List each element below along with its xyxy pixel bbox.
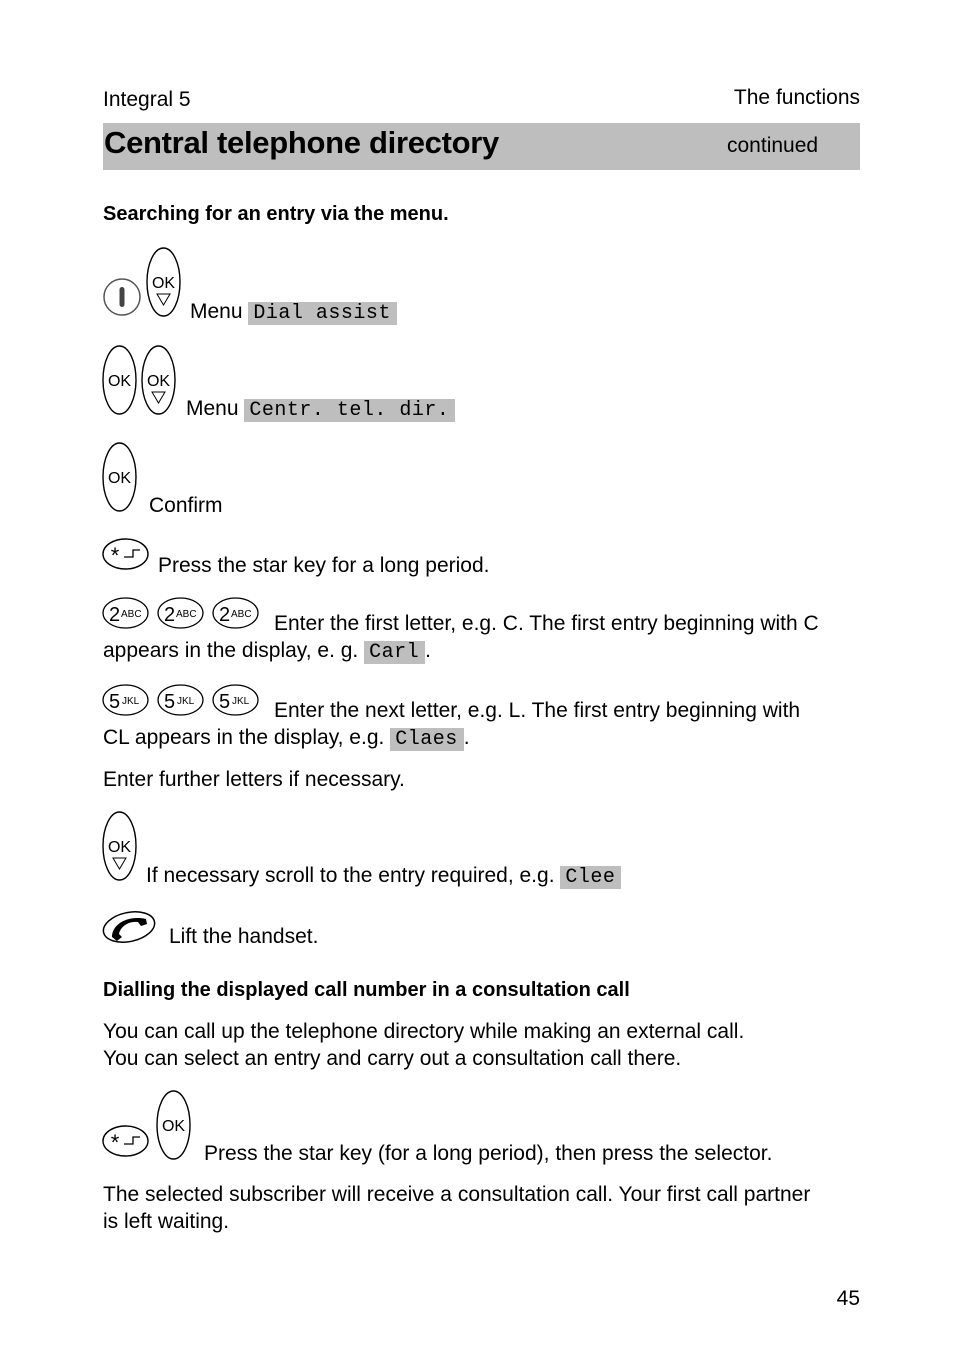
svg-text:*: * xyxy=(111,543,120,568)
svg-text:JKL: JKL xyxy=(232,696,250,707)
key-2-abc-icon: 2 ABC xyxy=(157,597,204,629)
step-text: Menu xyxy=(186,397,239,420)
star-key-icon: * xyxy=(102,1125,149,1157)
step-confirm: Confirm xyxy=(149,494,223,517)
consultation-intro-line2: You can select an entry and carry out a … xyxy=(103,1047,682,1070)
punctuation: . xyxy=(463,726,470,749)
ok-scroll-key-icon: OK xyxy=(141,345,176,415)
note-further-letters: Enter further letters if necessary. xyxy=(103,768,405,791)
ok-scroll-key-icon: OK xyxy=(146,247,181,317)
key-2-abc-icon: 2 ABC xyxy=(212,597,259,629)
step-next-letter: Enter the next letter, e.g. L. The first… xyxy=(274,699,801,722)
key-5-jkl-icon: 5 JKL xyxy=(212,684,259,716)
key-5-jkl-icon: 5 JKL xyxy=(102,684,149,716)
step-scroll-entry: If necessary scroll to the entry require… xyxy=(146,862,622,891)
step-star-then-selector: Press the star key (for a long period), … xyxy=(204,1142,773,1165)
svg-text:ABC: ABC xyxy=(176,609,197,620)
svg-text:5: 5 xyxy=(219,691,230,713)
svg-text:5: 5 xyxy=(164,691,175,713)
handset-lift-icon xyxy=(102,911,156,943)
consultation-result-line1: The selected subscriber will receive a c… xyxy=(103,1183,811,1206)
svg-text:2: 2 xyxy=(219,604,230,626)
header-product: Integral 5 xyxy=(103,88,191,111)
svg-text:JKL: JKL xyxy=(177,696,195,707)
ok-scroll-key-icon: OK xyxy=(102,811,137,881)
continued-label: continued xyxy=(727,134,819,157)
step-first-letter-cont: appears in the display, e. g. Carl. xyxy=(103,637,431,666)
consultation-intro-line1: You can call up the telephone directory … xyxy=(103,1020,745,1043)
step-first-letter: Enter the first letter, e.g. C. The firs… xyxy=(274,612,819,635)
section-heading-consultation: Dialling the displayed call number in a … xyxy=(103,979,630,1001)
star-key-icon: * xyxy=(102,538,149,570)
ok-key-icon: OK xyxy=(102,345,137,415)
display-readout: Carl xyxy=(364,641,426,664)
key-5-jkl-icon: 5 JKL xyxy=(157,684,204,716)
display-readout: Claes xyxy=(390,728,464,751)
svg-text:OK: OK xyxy=(152,275,175,292)
svg-text:ABC: ABC xyxy=(231,609,252,620)
section-heading-search: Searching for an entry via the menu. xyxy=(103,203,449,225)
step-text: CL appears in the display, e.g. xyxy=(103,726,385,749)
svg-text:2: 2 xyxy=(164,604,175,626)
page-number: 45 xyxy=(836,1287,860,1310)
svg-text:OK: OK xyxy=(108,839,131,856)
punctuation: . xyxy=(425,639,431,662)
consultation-result-line2: is left waiting. xyxy=(103,1210,230,1233)
step-menu-central-dir: Menu Centr. tel. dir. xyxy=(186,395,456,424)
display-readout: Clee xyxy=(560,866,622,889)
step-text: Menu xyxy=(190,300,243,323)
svg-text:OK: OK xyxy=(147,373,170,390)
svg-text:5: 5 xyxy=(109,691,120,713)
svg-text:*: * xyxy=(111,1130,120,1155)
display-readout: Dial assist xyxy=(248,302,397,325)
svg-text:OK: OK xyxy=(108,373,131,390)
svg-text:ABC: ABC xyxy=(121,609,142,620)
svg-text:JKL: JKL xyxy=(122,696,140,707)
step-next-letter-cont: CL appears in the display, e.g. Claes. xyxy=(103,724,470,753)
step-menu-dial-assist: Menu Dial assist xyxy=(190,298,397,327)
svg-text:OK: OK xyxy=(162,1118,185,1135)
svg-text:2: 2 xyxy=(109,604,120,626)
step-star-long: Press the star key for a long period. xyxy=(158,554,490,577)
header-chapter: The functions xyxy=(733,86,860,109)
ok-key-icon: OK xyxy=(156,1090,191,1160)
ok-key-icon: OK xyxy=(102,442,137,512)
page-title: Central telephone directory xyxy=(104,125,499,160)
key-2-abc-icon: 2 ABC xyxy=(102,597,149,629)
step-lift-handset: Lift the handset. xyxy=(169,925,319,948)
step-text: appears in the display, e. g. xyxy=(103,639,359,662)
svg-text:OK: OK xyxy=(108,470,131,487)
step-text: If necessary scroll to the entry require… xyxy=(146,864,555,887)
display-readout: Centr. tel. dir. xyxy=(244,399,456,422)
